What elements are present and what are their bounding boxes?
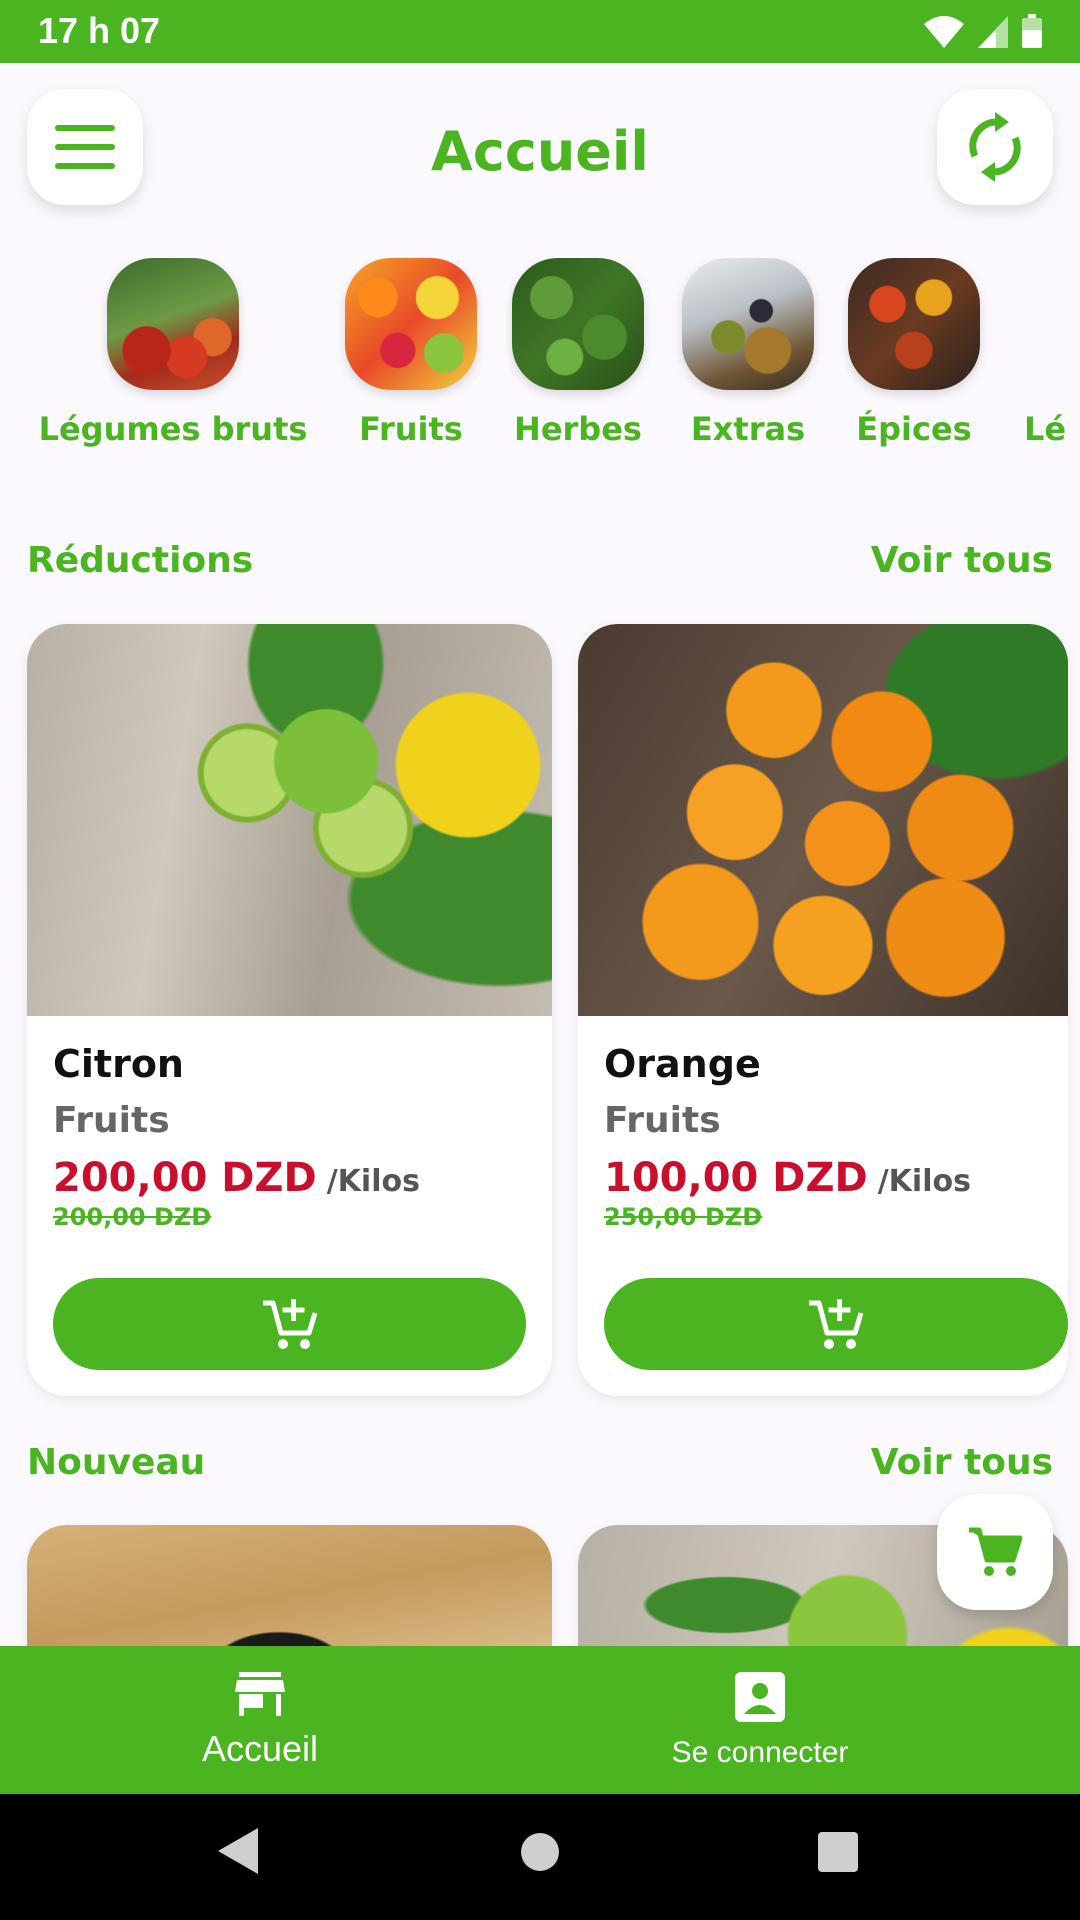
product-old-price: 200,00 DZD	[53, 1203, 212, 1231]
add-shopping-cart-icon	[262, 1299, 317, 1349]
category-item-extras[interactable]: Extras	[660, 258, 836, 448]
category-label: Fruits	[359, 410, 463, 448]
product-card-citron[interactable]: Citron Fruits 200,00 DZD /Kilos 200,00 D…	[27, 624, 552, 1396]
product-old-price: 250,00 DZD	[604, 1203, 763, 1231]
recents-square-icon[interactable]	[818, 1832, 858, 1872]
product-unit: /Kilos	[326, 1164, 420, 1199]
page-title: Accueil	[431, 120, 649, 183]
back-icon[interactable]	[218, 1828, 258, 1874]
product-name: Orange	[604, 1042, 761, 1086]
spices-image	[848, 258, 980, 390]
status-bar: 17 h 07	[0, 0, 1080, 63]
refresh-button[interactable]	[937, 89, 1053, 205]
vegetables-image	[107, 258, 239, 390]
category-item-legumes[interactable]: Légumes bruts	[38, 258, 308, 448]
nav-item-home[interactable]: Accueil	[0, 1646, 540, 1794]
category-item-epices[interactable]: Épices	[848, 258, 980, 448]
add-to-cart-button[interactable]	[604, 1278, 1068, 1370]
add-to-cart-button[interactable]	[53, 1278, 526, 1370]
nav-label-login: Se connecter	[671, 1736, 849, 1769]
herbs-image	[512, 258, 644, 390]
fruits-image	[345, 258, 477, 390]
signal-icon	[978, 16, 1008, 48]
product-price: 100,00 DZD	[604, 1155, 868, 1201]
category-label: Lé	[1024, 410, 1067, 448]
section-title-reductions: Réductions	[27, 540, 254, 581]
status-icons	[924, 14, 1042, 48]
product-info: Citron Fruits 200,00 DZD /Kilos 200,00 D…	[53, 1042, 526, 1231]
section-title-nouveau: Nouveau	[27, 1442, 206, 1483]
price-row: 100,00 DZD /Kilos	[604, 1155, 1042, 1201]
price-row: 200,00 DZD /Kilos	[53, 1155, 526, 1201]
product-name: Citron	[53, 1042, 184, 1086]
category-label: Légumes bruts	[38, 410, 308, 448]
product-card-orange[interactable]: Orange Fruits 100,00 DZD /Kilos 250,00 D…	[578, 624, 1068, 1396]
orange-image	[578, 624, 1068, 1016]
category-label: Épices	[856, 410, 972, 448]
citron-image	[27, 624, 552, 1016]
product-info: Orange Fruits 100,00 DZD /Kilos 250,00 D…	[604, 1042, 1042, 1231]
cart-fab-button[interactable]	[937, 1494, 1053, 1610]
see-all-nouveau-link[interactable]: Voir tous	[871, 1442, 1053, 1483]
home-circle-icon[interactable]	[520, 1832, 560, 1872]
category-item-fruits[interactable]: Fruits	[345, 258, 477, 448]
category-label: Herbes	[514, 410, 642, 448]
see-all-reductions-link[interactable]: Voir tous	[871, 540, 1053, 581]
refresh-icon	[969, 112, 1021, 182]
product-unit: /Kilos	[877, 1164, 971, 1199]
add-shopping-cart-icon	[809, 1299, 864, 1349]
olives-image	[682, 258, 814, 390]
category-item-herbes[interactable]: Herbes	[512, 258, 644, 448]
account-box-icon	[735, 1672, 785, 1722]
store-icon	[235, 1672, 285, 1716]
nav-label-home: Accueil	[201, 1728, 319, 1769]
shopping-cart-icon	[969, 1527, 1023, 1576]
status-time: 17 h 07	[38, 10, 161, 51]
category-list: Légumes bruts Fruits Herbes Extras Épice…	[0, 258, 1080, 458]
product-price: 200,00 DZD	[53, 1155, 317, 1201]
category-item-partial[interactable]: Lé	[1024, 258, 1080, 448]
bottom-navigation: Accueil Se connecter	[0, 1646, 1080, 1794]
battery-icon	[1022, 14, 1042, 48]
product-category: Fruits	[604, 1100, 721, 1141]
wifi-icon	[924, 16, 964, 48]
nav-item-login[interactable]: Se connecter	[500, 1646, 1020, 1794]
product-category: Fruits	[53, 1100, 170, 1141]
category-label: Extras	[690, 410, 806, 448]
system-navigation-bar	[0, 1794, 1080, 1920]
